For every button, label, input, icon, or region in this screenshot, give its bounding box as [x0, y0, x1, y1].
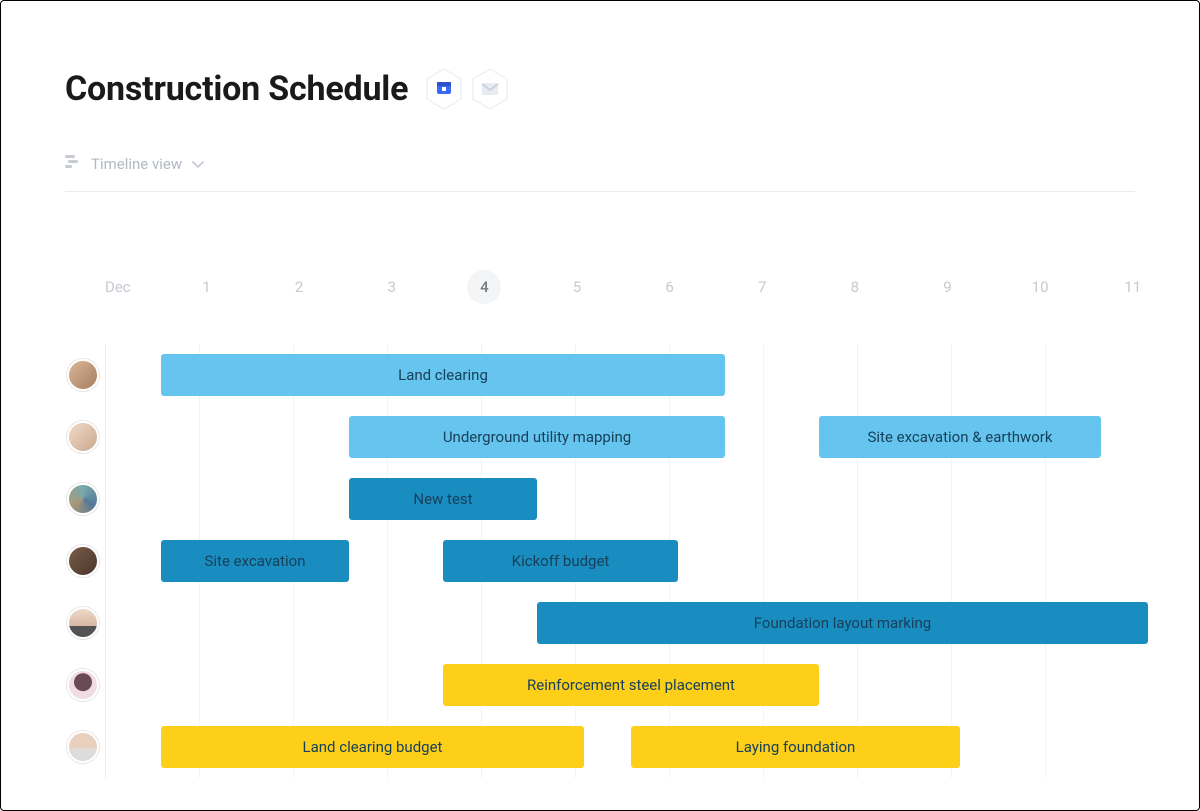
mail-icon[interactable] — [470, 67, 510, 111]
chevron-down-icon — [192, 155, 204, 173]
day-header[interactable]: 9 — [901, 278, 994, 296]
day-header[interactable]: 2 — [253, 278, 346, 296]
view-selector[interactable]: Timeline view — [65, 155, 1135, 192]
gantt-bar[interactable]: Site excavation — [161, 540, 349, 582]
gantt-bar[interactable]: Site excavation & earthwork — [819, 416, 1101, 458]
avatar[interactable] — [67, 421, 99, 453]
gantt-row: Land clearing budget Laying foundation — [67, 716, 1179, 778]
gantt-bar[interactable]: Land clearing — [161, 354, 725, 396]
page-title: Construction Schedule — [65, 69, 408, 109]
avatar[interactable] — [67, 731, 99, 763]
gantt-icon — [65, 155, 81, 173]
day-header[interactable]: 6 — [623, 278, 716, 296]
avatar[interactable] — [67, 545, 99, 577]
avatar[interactable] — [67, 359, 99, 391]
day-header[interactable]: 10 — [994, 278, 1087, 296]
gantt-bar[interactable]: New test — [349, 478, 537, 520]
gantt-bar[interactable]: Land clearing budget — [161, 726, 584, 768]
gantt-bar[interactable]: Foundation layout marking — [537, 602, 1148, 644]
day-header[interactable]: 1 — [160, 278, 253, 296]
gantt-row: New test — [67, 468, 1179, 530]
month-label: Dec — [105, 278, 160, 296]
timeline-date-row: Dec 1234567891011 — [105, 270, 1179, 304]
gantt-row: Foundation layout marking — [67, 592, 1179, 654]
avatar[interactable] — [67, 607, 99, 639]
day-header[interactable]: 7 — [716, 278, 809, 296]
day-header[interactable]: 4 — [438, 270, 531, 304]
day-header[interactable]: 11 — [1086, 278, 1179, 296]
gantt-grid: Land clearing Underground utility mapping… — [67, 344, 1179, 778]
gantt-row: Land clearing — [67, 344, 1179, 406]
calendar-icon[interactable] — [424, 67, 464, 111]
view-label: Timeline view — [91, 155, 182, 173]
gantt-bar[interactable]: Laying foundation — [631, 726, 960, 768]
day-header[interactable]: 8 — [809, 278, 902, 296]
gantt-bar[interactable]: Underground utility mapping — [349, 416, 725, 458]
gantt-bar[interactable]: Reinforcement steel placement — [443, 664, 819, 706]
gantt-row: Reinforcement steel placement — [67, 654, 1179, 716]
gantt-bar[interactable]: Kickoff budget — [443, 540, 678, 582]
day-header[interactable]: 5 — [531, 278, 624, 296]
gantt-row: Underground utility mapping Site excavati… — [67, 406, 1179, 468]
day-header[interactable]: 3 — [345, 278, 438, 296]
avatar[interactable] — [67, 669, 99, 701]
avatar[interactable] — [67, 483, 99, 515]
gantt-row: Site excavation Kickoff budget — [67, 530, 1179, 592]
